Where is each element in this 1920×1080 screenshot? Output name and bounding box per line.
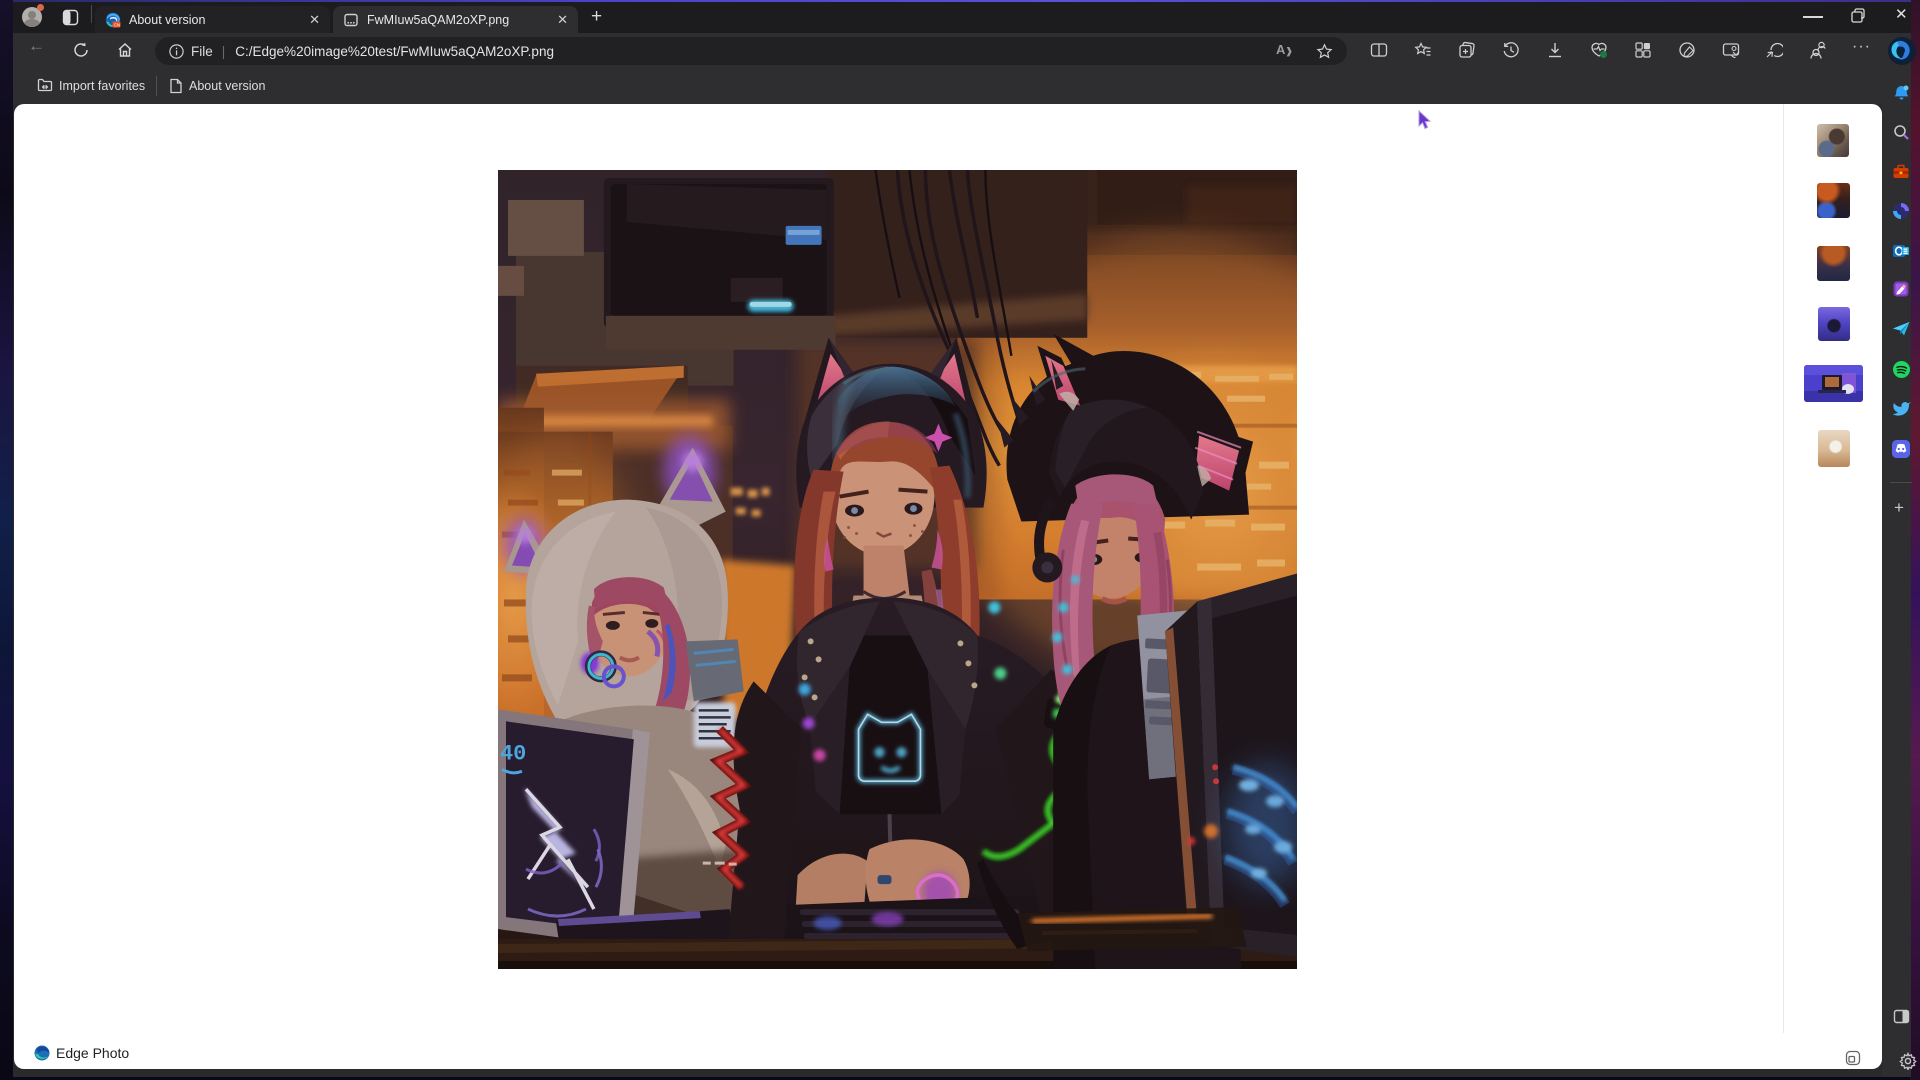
svg-text:CN: CN: [114, 22, 121, 27]
